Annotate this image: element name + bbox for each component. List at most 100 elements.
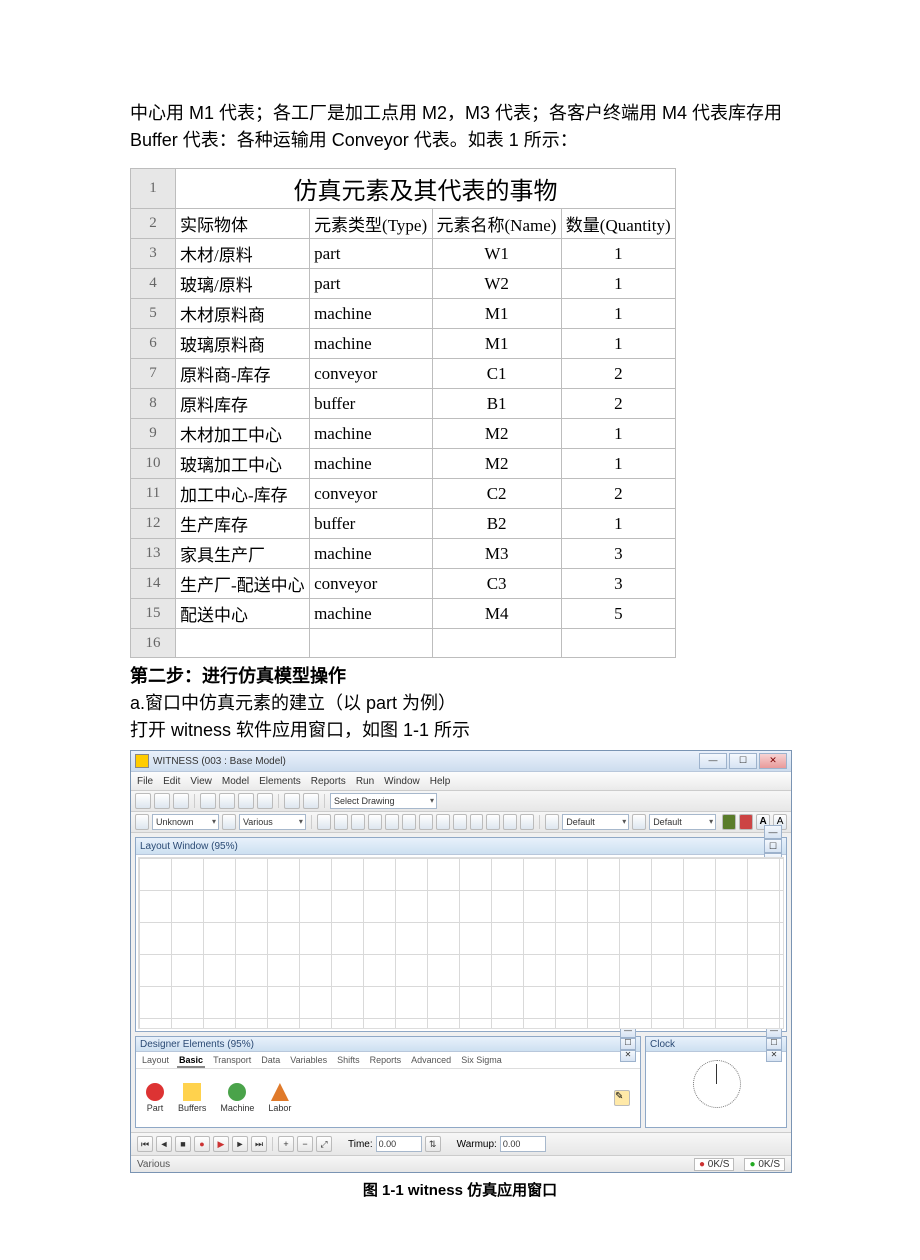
tool-icon[interactable] xyxy=(334,814,348,830)
cell-a: 木材/原料 xyxy=(176,239,310,269)
tab-basic[interactable]: Basic xyxy=(177,1054,205,1068)
menu-file[interactable]: File xyxy=(137,776,153,787)
default-dropdown-1[interactable]: Default xyxy=(562,814,629,830)
cell-c: C3 xyxy=(432,569,561,599)
tab-advanced[interactable]: Advanced xyxy=(409,1054,453,1068)
zoom-out-icon[interactable]: − xyxy=(297,1136,313,1152)
play-icon[interactable]: ▶ xyxy=(213,1136,229,1152)
tab-layout[interactable]: Layout xyxy=(140,1054,171,1068)
cell-a: 木材原料商 xyxy=(176,299,310,329)
tool-icon[interactable] xyxy=(402,814,416,830)
element-labor[interactable]: Labor xyxy=(268,1083,291,1113)
maximize-button[interactable]: ☐ xyxy=(729,753,757,769)
layer-icon[interactable] xyxy=(222,814,236,830)
menubar: File Edit View Model Elements Reports Ru… xyxy=(131,772,791,791)
tool-icon[interactable] xyxy=(317,814,331,830)
cell-a: 玻璃加工中心 xyxy=(176,449,310,479)
fit-icon[interactable]: ⤢ xyxy=(316,1136,332,1152)
element-part[interactable]: Part xyxy=(146,1083,164,1113)
undo-icon[interactable] xyxy=(284,793,300,809)
menu-run[interactable]: Run xyxy=(356,776,374,787)
tool-icon[interactable] xyxy=(368,814,382,830)
record-icon[interactable]: ● xyxy=(194,1136,210,1152)
menu-elements[interactable]: Elements xyxy=(259,776,301,787)
cell-b: buffer xyxy=(310,389,432,419)
cell-a: 家具生产厂 xyxy=(176,539,310,569)
titlebar[interactable]: WITNESS (003 : Base Model) — ☐ ✕ xyxy=(131,751,791,772)
layout-maximize-button[interactable]: ☐ xyxy=(764,839,782,853)
panel-close-button[interactable]: ✕ xyxy=(620,1050,636,1062)
open-icon[interactable] xyxy=(154,793,170,809)
color-icon[interactable] xyxy=(632,814,646,830)
tab-transport[interactable]: Transport xyxy=(211,1054,253,1068)
layout-window-title: Layout Window (95%) xyxy=(140,841,238,852)
menu-help[interactable]: Help xyxy=(430,776,451,787)
panel-maximize-button[interactable]: ☐ xyxy=(620,1038,636,1050)
tool-icon[interactable] xyxy=(385,814,399,830)
paste-icon[interactable] xyxy=(257,793,273,809)
tab-shifts[interactable]: Shifts xyxy=(335,1054,362,1068)
buffers-icon xyxy=(183,1083,201,1101)
tab-variables[interactable]: Variables xyxy=(288,1054,329,1068)
tool-icon[interactable] xyxy=(503,814,517,830)
designer-elements-title: Designer Elements (95%) xyxy=(140,1039,254,1050)
various-dropdown[interactable]: Various xyxy=(239,814,306,830)
clock-hand-icon xyxy=(716,1064,717,1084)
tool-icon[interactable] xyxy=(351,814,365,830)
redo-icon[interactable] xyxy=(303,793,319,809)
step-back-icon[interactable]: ◄ xyxy=(156,1136,172,1152)
save-icon[interactable] xyxy=(173,793,189,809)
clock-close-button[interactable]: ✕ xyxy=(766,1050,782,1062)
pencil-icon[interactable]: ✎ xyxy=(614,1090,630,1106)
cell-c: C1 xyxy=(432,359,561,389)
zoom-in-icon[interactable]: + xyxy=(278,1136,294,1152)
status-rate-2: ● 0K/S xyxy=(744,1158,785,1171)
element-icon[interactable] xyxy=(135,814,149,830)
clock-maximize-button[interactable]: ☐ xyxy=(766,1038,782,1050)
new-icon[interactable] xyxy=(135,793,151,809)
color-square-icon[interactable] xyxy=(739,814,753,830)
menu-window[interactable]: Window xyxy=(384,776,420,787)
menu-reports[interactable]: Reports xyxy=(311,776,346,787)
tool-icon[interactable] xyxy=(436,814,450,830)
status-left: Various xyxy=(137,1159,170,1170)
element-buffers[interactable]: Buffers xyxy=(178,1083,206,1113)
style-icon[interactable] xyxy=(545,814,559,830)
stop-icon[interactable]: ■ xyxy=(175,1136,191,1152)
rewind-icon[interactable]: ⏮ xyxy=(137,1136,153,1152)
cut-icon[interactable] xyxy=(219,793,235,809)
print-icon[interactable] xyxy=(200,793,216,809)
tab-reports[interactable]: Reports xyxy=(368,1054,404,1068)
layout-grid-canvas[interactable] xyxy=(138,857,784,1029)
warmup-value[interactable]: 0.00 xyxy=(500,1136,546,1152)
time-value[interactable]: 0.00 xyxy=(376,1136,422,1152)
unknown-dropdown[interactable]: Unknown xyxy=(152,814,219,830)
fast-forward-icon[interactable]: ⏭ xyxy=(251,1136,267,1152)
lock-icon[interactable] xyxy=(520,814,534,830)
menu-model[interactable]: Model xyxy=(222,776,249,787)
minimize-button[interactable]: — xyxy=(699,753,727,769)
tab-data[interactable]: Data xyxy=(259,1054,282,1068)
rownum: 12 xyxy=(131,509,176,539)
layout-minimize-button[interactable]: — xyxy=(764,825,782,839)
select-drawing-dropdown[interactable]: Select Drawing xyxy=(330,793,437,809)
tool-icon[interactable] xyxy=(470,814,484,830)
element-machine[interactable]: Machine xyxy=(220,1083,254,1113)
clock-title: Clock xyxy=(650,1039,675,1050)
tool-icon[interactable] xyxy=(419,814,433,830)
copy-icon[interactable] xyxy=(238,793,254,809)
menu-edit[interactable]: Edit xyxy=(163,776,180,787)
tool-icon[interactable] xyxy=(486,814,500,830)
menu-view[interactable]: View xyxy=(190,776,212,787)
default-dropdown-2[interactable]: Default xyxy=(649,814,716,830)
cell-d: 1 xyxy=(561,419,675,449)
tool-icon[interactable] xyxy=(453,814,467,830)
cell-c: C2 xyxy=(432,479,561,509)
time-stepper-icon[interactable]: ⇅ xyxy=(425,1136,441,1152)
step-forward-icon[interactable]: ► xyxy=(232,1136,248,1152)
part-icon xyxy=(146,1083,164,1101)
color-square-icon[interactable] xyxy=(722,814,736,830)
machine-icon xyxy=(228,1083,246,1101)
tab-six-sigma[interactable]: Six Sigma xyxy=(459,1054,504,1068)
close-button[interactable]: ✕ xyxy=(759,753,787,769)
